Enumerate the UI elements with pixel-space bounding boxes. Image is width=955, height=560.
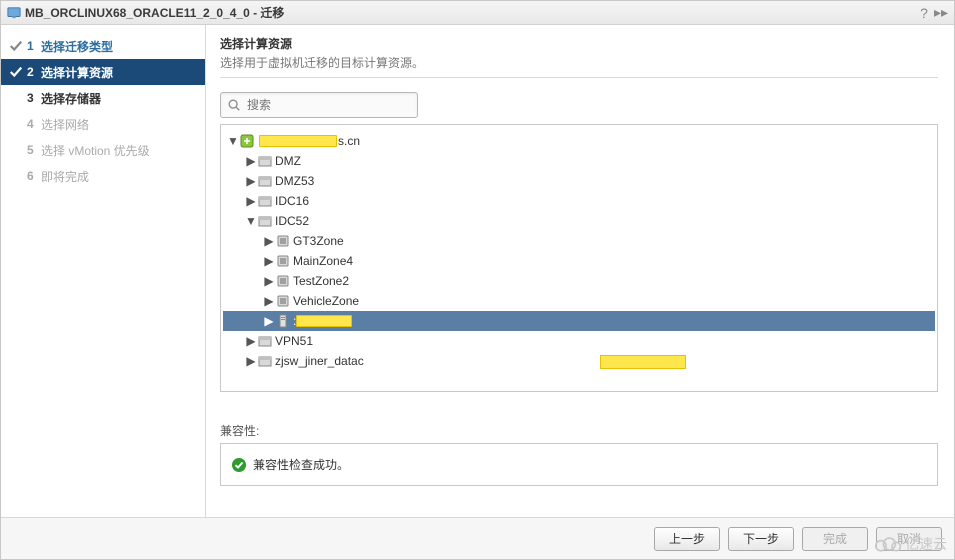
page-subtitle: 选择用于虚拟机迁移的目标计算资源。 xyxy=(220,54,938,78)
cancel-button: 取消 xyxy=(876,527,942,551)
tree-node-TestZone2[interactable]: ▶TestZone2 xyxy=(223,271,935,291)
back-button[interactable]: 上一步 xyxy=(654,527,720,551)
tree-node-DMZ[interactable]: ▶DMZ xyxy=(223,151,935,171)
tree-node-IDC16[interactable]: ▶IDC16 xyxy=(223,191,935,211)
search-input[interactable] xyxy=(245,97,411,113)
finish-button: 完成 xyxy=(802,527,868,551)
resource-tree[interactable]: ▼s.cn▶DMZ▶DMZ53▶IDC16▼IDC52▶GT3Zone▶Main… xyxy=(220,124,938,392)
tree-node-zjsw_jiner_datac[interactable]: ▶zjsw_jiner_datac xyxy=(223,351,935,371)
tree-root[interactable]: ▼s.cn xyxy=(223,131,935,151)
wizard-step-6: 6 即将完成 xyxy=(1,163,205,189)
tree-node-GT3Zone[interactable]: ▶GT3Zone xyxy=(223,231,935,251)
tree-node-VehicleZone[interactable]: ▶VehicleZone xyxy=(223,291,935,311)
wizard-step-4: 4 选择网络 xyxy=(1,111,205,137)
search-box[interactable] xyxy=(220,92,418,118)
tree-node-MainZone4[interactable]: ▶MainZone4 xyxy=(223,251,935,271)
wizard-steps-sidebar: 1 选择迁移类型2 选择计算资源3 选择存储器4 选择网络5 选择 vMotio… xyxy=(1,25,206,517)
wizard-step-1[interactable]: 1 选择迁移类型 xyxy=(1,33,205,59)
vm-icon xyxy=(7,6,21,20)
tree-node-VPN51[interactable]: ▶VPN51 xyxy=(223,331,935,351)
tree-node-selected-host[interactable]: ▶: xyxy=(223,311,935,331)
compatibility-panel: 兼容性检查成功。 xyxy=(220,443,938,486)
tree-node-DMZ53[interactable]: ▶DMZ53 xyxy=(223,171,935,191)
forward-icon[interactable]: ▸▸ xyxy=(934,4,948,21)
page-title: 选择计算资源 xyxy=(220,35,938,52)
wizard-step-5: 5 选择 vMotion 优先级 xyxy=(1,137,205,163)
title-bar: MB_ORCLINUX68_ORACLE11_2_0_4_0 - 迁移 ? ▸▸ xyxy=(1,1,954,25)
dialog-title: MB_ORCLINUX68_ORACLE11_2_0_4_0 - 迁移 xyxy=(25,4,284,21)
wizard-step-3[interactable]: 3 选择存储器 xyxy=(1,85,205,111)
compatibility-message: 兼容性检查成功。 xyxy=(253,456,349,473)
wizard-step-2[interactable]: 2 选择计算资源 xyxy=(1,59,205,85)
help-icon[interactable]: ? xyxy=(920,5,928,21)
tree-node-IDC52[interactable]: ▼IDC52 xyxy=(223,211,935,231)
redacted-overlay xyxy=(600,355,686,369)
success-icon xyxy=(231,457,247,473)
search-icon xyxy=(227,98,241,112)
next-button[interactable]: 下一步 xyxy=(728,527,794,551)
dialog-footer: 上一步 下一步 完成 取消 xyxy=(1,517,954,559)
compatibility-label: 兼容性: xyxy=(220,422,938,439)
